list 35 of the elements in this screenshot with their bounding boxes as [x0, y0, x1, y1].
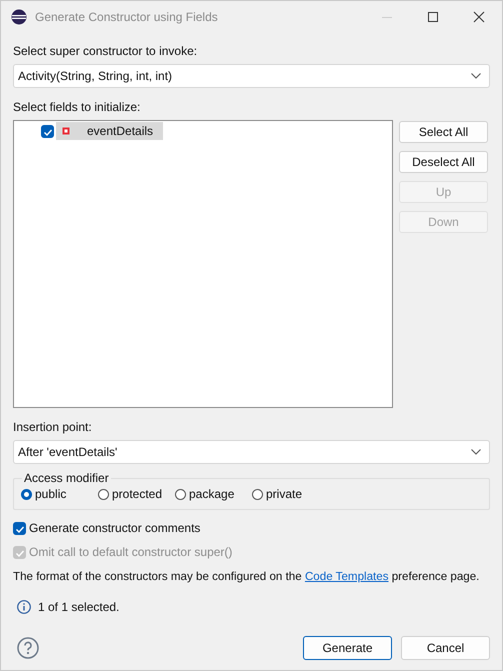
- info-text: The format of the constructors may be configured on the Code Templates preference page.: [13, 570, 480, 584]
- status-text: 1 of 1 selected.: [38, 600, 120, 614]
- field-icon: [62, 127, 70, 135]
- checkbox[interactable]: [41, 124, 54, 138]
- radio-label: protected: [112, 487, 162, 501]
- info-icon: [17, 600, 31, 614]
- field-label: Insertion point:: [13, 420, 93, 434]
- chevron-down-icon: [471, 73, 481, 79]
- checkbox-label: Generate constructor comments: [29, 521, 200, 535]
- field-label: Select super constructor to invoke:: [13, 44, 198, 58]
- chevron-down-icon: [471, 449, 481, 455]
- window-title: Generate Constructor using Fields: [35, 10, 219, 24]
- checkbox[interactable]: [13, 522, 26, 534]
- radio-button[interactable]: [175, 488, 186, 500]
- app-logo-icon: [11, 8, 27, 24]
- button[interactable]: Generate: [303, 636, 392, 660]
- radio-label: package: [189, 487, 234, 501]
- field-label: Select fields to initialize:: [13, 100, 142, 114]
- close-icon[interactable]: [473, 10, 485, 22]
- constructor-dropdown[interactable]: Activity(String, String, int, int): [13, 64, 490, 88]
- button[interactable]: Cancel: [401, 636, 490, 660]
- radio-button[interactable]: [98, 488, 109, 500]
- radio-button[interactable]: [252, 488, 263, 500]
- maximize-icon[interactable]: [427, 10, 439, 22]
- radio-button[interactable]: [21, 488, 32, 500]
- help-button[interactable]: [17, 637, 39, 659]
- checkbox-label: Omit call to default constructor super(): [29, 545, 232, 559]
- radio-label: public: [35, 487, 66, 501]
- insertion-dropdown[interactable]: After 'eventDetails': [13, 440, 490, 464]
- group-label: Access modifier: [22, 471, 111, 485]
- button[interactable]: Deselect All: [399, 151, 488, 173]
- list-item[interactable]: eventDetails: [56, 122, 164, 140]
- radio-label: private: [266, 487, 302, 501]
- button[interactable]: Select All: [399, 121, 488, 143]
- code-templates-link[interactable]: Code Templates: [304, 570, 389, 583]
